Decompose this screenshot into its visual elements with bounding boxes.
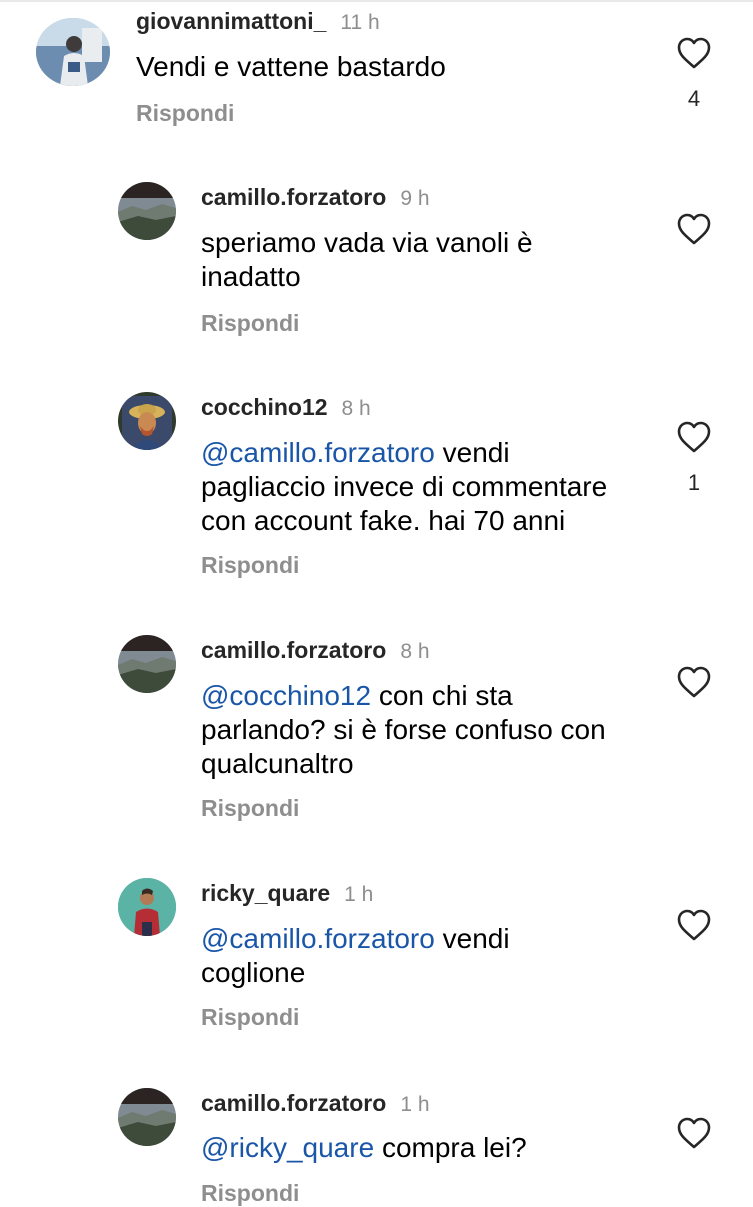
comment-header: camillo.forzatoro 9 h <box>201 184 430 211</box>
comment-text: @camillo.forzatoro vendi coglione <box>201 922 581 990</box>
avatar[interactable] <box>118 182 176 240</box>
like-count: 4 <box>687 86 701 111</box>
reply-button[interactable]: Rispondi <box>201 310 299 337</box>
heart-outline-icon <box>677 37 711 69</box>
timestamp: 11 h <box>340 11 380 34</box>
avatar[interactable] <box>36 18 110 86</box>
comment-header: cocchino12 8 h <box>201 394 371 421</box>
comment-header: camillo.forzatoro 1 h <box>201 1090 430 1117</box>
avatar[interactable] <box>118 392 176 450</box>
like-button[interactable] <box>676 1116 712 1150</box>
username[interactable]: ricky_quare <box>201 880 330 906</box>
comment-text: Vendi e vattene bastardo <box>136 50 656 84</box>
timestamp: 8 h <box>341 397 371 420</box>
username[interactable]: camillo.forzatoro <box>201 1090 386 1116</box>
comment-item: camillo.forzatoro 8 h @cocchino12 con chi… <box>0 623 753 833</box>
avatar[interactable] <box>118 635 176 693</box>
username[interactable]: giovannimattoni_ <box>136 8 326 34</box>
heart-outline-icon <box>677 1117 711 1149</box>
comment-item: camillo.forzatoro 1 h @ricky_quare compra… <box>0 1076 753 1206</box>
timestamp: 8 h <box>400 640 430 663</box>
mention-link[interactable]: @cocchino12 <box>201 680 371 711</box>
avatar[interactable] <box>118 878 176 936</box>
comment-text: speriamo vada via vanoli è inadatto <box>201 226 601 294</box>
comment-item: camillo.forzatoro 9 h speriamo vada via v… <box>0 170 753 350</box>
mention-link[interactable]: @ricky_quare <box>201 1132 374 1163</box>
comment-header: giovannimattoni_ 11 h <box>136 8 380 35</box>
avatar[interactable] <box>118 1088 176 1146</box>
username[interactable]: cocchino12 <box>201 394 328 420</box>
like-count: 1 <box>687 470 701 495</box>
heart-outline-icon <box>677 909 711 941</box>
comment-item: ricky_quare 1 h @camillo.forzatoro vendi … <box>0 866 753 1046</box>
like-button[interactable] <box>676 36 712 70</box>
username[interactable]: camillo.forzatoro <box>201 184 386 210</box>
heart-outline-icon <box>677 213 711 245</box>
like-button[interactable] <box>676 420 712 454</box>
heart-outline-icon <box>677 421 711 453</box>
reply-button[interactable]: Rispondi <box>201 1004 299 1031</box>
reply-button[interactable]: Rispondi <box>136 100 234 127</box>
comment-header: ricky_quare 1 h <box>201 880 373 907</box>
comment-text: @ricky_quare compra lei? <box>201 1131 641 1165</box>
comment-header: camillo.forzatoro 8 h <box>201 637 430 664</box>
like-button[interactable] <box>676 212 712 246</box>
mention-link[interactable]: @camillo.forzatoro <box>201 437 435 468</box>
comment-text: @cocchino12 con chi sta parlando? si è f… <box>201 679 631 781</box>
timestamp: 1 h <box>344 883 374 906</box>
comment-body: speriamo vada via vanoli è inadatto <box>201 227 533 292</box>
comment-item: cocchino12 8 h @camillo.forzatoro vendi p… <box>0 380 753 590</box>
comment-body: compra lei? <box>381 1132 527 1163</box>
reply-button[interactable]: Rispondi <box>201 795 299 822</box>
like-button[interactable] <box>676 908 712 942</box>
reply-button[interactable]: Rispondi <box>201 1180 299 1207</box>
comment-body: Vendi e vattene bastardo <box>136 51 446 82</box>
mention-link[interactable]: @camillo.forzatoro <box>201 923 435 954</box>
comment-item: giovannimattoni_ 11 h Vendi e vattene bas… <box>0 0 753 150</box>
reply-button[interactable]: Rispondi <box>201 552 299 579</box>
timestamp: 9 h <box>400 187 430 210</box>
comment-text: @camillo.forzatoro vendi pagliaccio inve… <box>201 436 641 538</box>
heart-outline-icon <box>677 666 711 698</box>
timestamp: 1 h <box>400 1093 430 1116</box>
username[interactable]: camillo.forzatoro <box>201 637 386 663</box>
like-button[interactable] <box>676 665 712 699</box>
